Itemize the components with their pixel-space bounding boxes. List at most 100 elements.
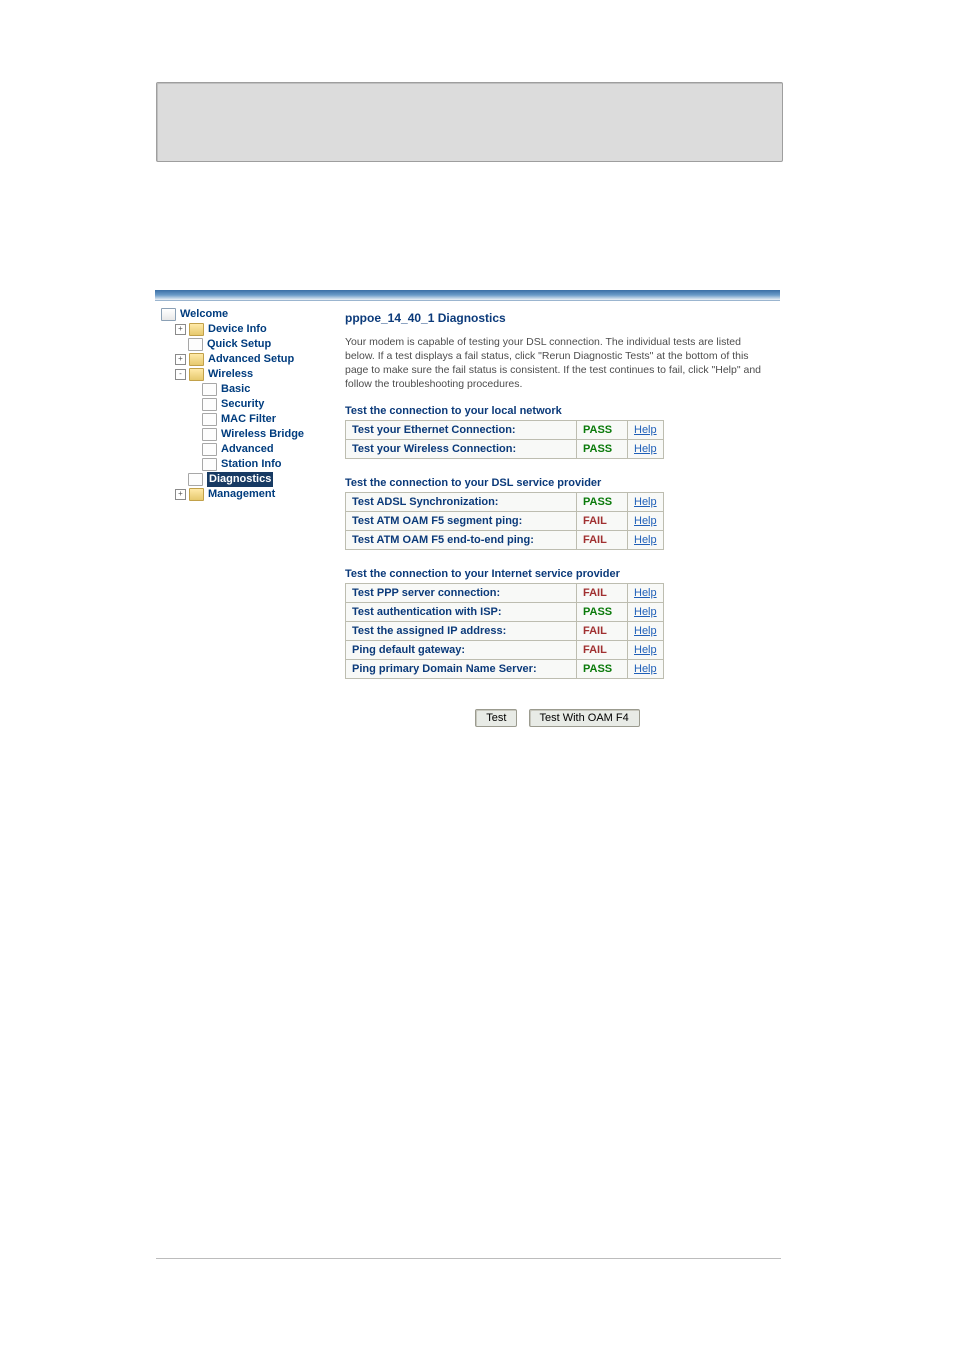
- section-heading: Test the connection to your Internet ser…: [345, 568, 770, 580]
- help-link[interactable]: Help: [634, 625, 657, 637]
- test-status: PASS: [583, 443, 612, 455]
- page-title: pppoe_14_40_1 Diagnostics: [345, 311, 770, 325]
- tree-root[interactable]: Welcome: [161, 307, 327, 322]
- help-link[interactable]: Help: [634, 644, 657, 656]
- test-name: Test your Wireless Connection:: [346, 440, 577, 459]
- test-name: Test ATM OAM F5 segment ping:: [346, 512, 577, 531]
- sidebar-item-label: Wireless: [208, 367, 253, 382]
- test-name: Test authentication with ISP:: [346, 603, 577, 622]
- sidebar-item-label: Management: [208, 487, 275, 502]
- help-link[interactable]: Help: [634, 443, 657, 455]
- sidebar-item-advanced-setup[interactable]: + Advanced Setup: [161, 352, 327, 367]
- sidebar-item-label: Advanced Setup: [208, 352, 294, 367]
- expand-icon[interactable]: +: [175, 324, 186, 335]
- help-link[interactable]: Help: [634, 606, 657, 618]
- folder-icon: [189, 488, 204, 501]
- section-heading: Test the connection to your local networ…: [345, 405, 770, 417]
- diagnostics-row: Test ADSL Synchronization: PASS Help: [346, 493, 664, 512]
- tree-root-label: Welcome: [180, 307, 228, 322]
- computer-icon: [161, 308, 176, 321]
- test-status: FAIL: [583, 587, 607, 599]
- page-icon: [202, 428, 217, 441]
- diagnostics-table: Test your Ethernet Connection:PASSHelpTe…: [345, 420, 664, 459]
- diagnostics-table: Test ADSL Synchronization:PASSHelpTest A…: [345, 492, 664, 550]
- sidebar-item-label: Wireless Bridge: [221, 427, 304, 442]
- diagnostics-row: Ping default gateway: FAIL Help: [346, 641, 664, 660]
- diagnostics-table: Test PPP server connection:FAILHelpTest …: [345, 583, 664, 679]
- section-heading: Test the connection to your DSL service …: [345, 477, 770, 489]
- expand-icon[interactable]: +: [175, 489, 186, 500]
- diagnostics-row: Ping primary Domain Name Server: PASS Help: [346, 660, 664, 679]
- page-icon: [202, 398, 217, 411]
- test-status: FAIL: [583, 625, 607, 637]
- test-name: Test ATM OAM F5 end-to-end ping:: [346, 531, 577, 550]
- folder-icon: [189, 323, 204, 336]
- main-content: pppoe_14_40_1 Diagnostics Your modem is …: [331, 301, 780, 745]
- diagnostics-row: Test ATM OAM F5 segment ping: FAIL Help: [346, 512, 664, 531]
- collapse-icon[interactable]: -: [175, 369, 186, 380]
- test-status: PASS: [583, 663, 612, 675]
- nav-tree: Welcome + Device InfoQuick Setup + Advanced…: [161, 307, 327, 502]
- page-icon: [202, 383, 217, 396]
- sidebar-item-label: MAC Filter: [221, 412, 276, 427]
- help-link[interactable]: Help: [634, 515, 657, 527]
- sidebar-item-label: Diagnostics: [207, 472, 273, 487]
- test-status: FAIL: [583, 515, 607, 527]
- sidebar-item-station-info[interactable]: Station Info: [161, 457, 327, 472]
- test-name: Test ADSL Synchronization:: [346, 493, 577, 512]
- diagnostics-row: Test your Wireless Connection: PASS Help: [346, 440, 664, 459]
- test-status: FAIL: [583, 534, 607, 546]
- diagnostics-row: Test your Ethernet Connection: PASS Help: [346, 421, 664, 440]
- diagnostics-row: Test ATM OAM F5 end-to-end ping: FAIL Help: [346, 531, 664, 550]
- sidebar-item-wireless-bridge[interactable]: Wireless Bridge: [161, 427, 327, 442]
- test-name: Test your Ethernet Connection:: [346, 421, 577, 440]
- diagnostics-row: Test authentication with ISP: PASS Help: [346, 603, 664, 622]
- test-name: Test the assigned IP address:: [346, 622, 577, 641]
- sidebar-item-quick-setup[interactable]: Quick Setup: [161, 337, 327, 352]
- router-admin-panel: Welcome + Device InfoQuick Setup + Advanced…: [155, 290, 780, 745]
- test-name: Test PPP server connection:: [346, 584, 577, 603]
- sidebar-item-label: Advanced: [221, 442, 274, 457]
- test-status: PASS: [583, 496, 612, 508]
- page-footer-rule: [156, 1258, 781, 1259]
- sidebar-item-basic[interactable]: Basic: [161, 382, 327, 397]
- test-status: PASS: [583, 424, 612, 436]
- page-header-band: [156, 82, 783, 162]
- page-icon: [202, 443, 217, 456]
- folder-icon: [189, 353, 204, 366]
- diagnostics-row: Test the assigned IP address: FAIL Help: [346, 622, 664, 641]
- page-icon: [202, 458, 217, 471]
- diagnostics-row: Test PPP server connection: FAIL Help: [346, 584, 664, 603]
- test-with-oam-f4-button[interactable]: Test With OAM F4: [529, 709, 640, 727]
- test-status: FAIL: [583, 644, 607, 656]
- sidebar-item-mac-filter[interactable]: MAC Filter: [161, 412, 327, 427]
- help-link[interactable]: Help: [634, 534, 657, 546]
- sidebar-item-advanced[interactable]: Advanced: [161, 442, 327, 457]
- help-link[interactable]: Help: [634, 663, 657, 675]
- intro-text: Your modem is capable of testing your DS…: [345, 335, 770, 391]
- expand-icon[interactable]: +: [175, 354, 186, 365]
- panel-banner: [155, 290, 780, 301]
- help-link[interactable]: Help: [634, 587, 657, 599]
- test-name: Ping default gateway:: [346, 641, 577, 660]
- page-icon: [188, 338, 203, 351]
- sidebar-item-management[interactable]: + Management: [161, 487, 327, 502]
- test-name: Ping primary Domain Name Server:: [346, 660, 577, 679]
- test-button[interactable]: Test: [475, 709, 517, 727]
- sidebar-item-label: Quick Setup: [207, 337, 271, 352]
- sidebar-item-label: Security: [221, 397, 264, 412]
- sidebar-item-diagnostics[interactable]: Diagnostics: [161, 472, 327, 487]
- page-icon: [188, 473, 203, 486]
- help-link[interactable]: Help: [634, 496, 657, 508]
- action-buttons: Test Test With OAM F4: [345, 709, 770, 727]
- sidebar-item-security[interactable]: Security: [161, 397, 327, 412]
- sidebar-item-device-info[interactable]: + Device Info: [161, 322, 327, 337]
- test-status: PASS: [583, 606, 612, 618]
- sidebar-item-label: Basic: [221, 382, 250, 397]
- page-icon: [202, 413, 217, 426]
- help-link[interactable]: Help: [634, 424, 657, 436]
- sidebar-item-label: Device Info: [208, 322, 267, 337]
- sidebar: Welcome + Device InfoQuick Setup + Advanced…: [155, 301, 331, 502]
- sidebar-item-wireless[interactable]: - Wireless: [161, 367, 327, 382]
- sidebar-item-label: Station Info: [221, 457, 282, 472]
